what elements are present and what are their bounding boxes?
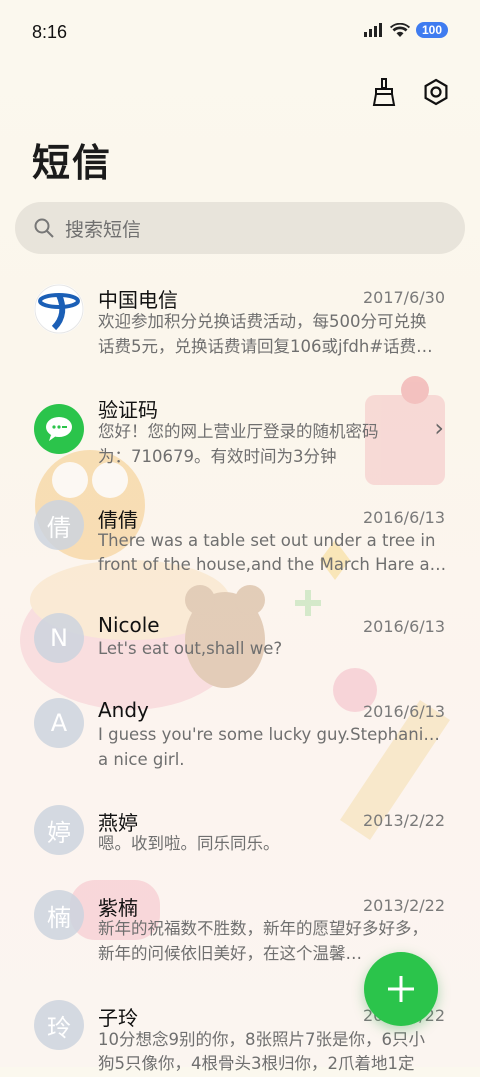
avatar: 玲: [34, 1000, 84, 1050]
message-preview-line1: 您好！您的网上营业厅登录的随机密码: [98, 422, 379, 441]
avatar: N: [34, 613, 84, 663]
message-sender: Nicole: [98, 613, 160, 637]
china-telecom-logo-icon: [34, 284, 84, 334]
message-preview-line2: front of the house,and the March Hare an…: [98, 555, 448, 574]
avatar: A: [34, 698, 84, 748]
avatar: 婷: [34, 805, 84, 855]
message-preview-line1: 10分想念9别的你，8张照片7张是你，6只小: [98, 1030, 425, 1049]
message-preview-line1: I guess you're some lucky guy.Stephanie …: [98, 725, 448, 744]
status-icons: 100: [363, 22, 448, 38]
page-title: 短信: [32, 141, 113, 185]
chevron-right-icon[interactable]: ›: [434, 414, 444, 442]
message-preview-line2: a nice girl.: [98, 750, 185, 769]
avatar: [34, 284, 84, 334]
message-preview-line1: 欢迎参加积分兑换话费活动，每500分可兑换: [98, 312, 427, 331]
battery-indicator: 100: [415, 22, 448, 38]
message-sender: 验证码: [98, 398, 158, 422]
message-preview-line1: Let's eat out,shall we?: [98, 639, 283, 658]
plus-icon: [388, 976, 414, 1002]
wifi-icon: [389, 22, 410, 37]
status-bar: 8:16 100: [0, 0, 480, 66]
message-date: 2013/2/22: [362, 811, 445, 830]
message-preview-line1: 嗯。收到啦。同乐同乐。: [98, 834, 280, 853]
search-icon: [34, 218, 54, 238]
search-placeholder: 搜索短信: [65, 218, 142, 241]
message-date: 2016/6/13: [362, 617, 445, 636]
broom-icon[interactable]: [368, 76, 400, 108]
search-bar[interactable]: 搜索短信: [15, 202, 465, 254]
signal-icon: [363, 23, 382, 37]
message-sender: 中国电信: [98, 288, 178, 312]
message-date: 2016/6/13: [362, 702, 445, 721]
message-preview-line1: There was a table set out under a tree i…: [98, 531, 436, 550]
message-sender: Andy: [98, 698, 149, 722]
message-preview-line2: 话费5元，兑换话费请回复106或jfdh#话费…: [98, 337, 433, 356]
settings-icon[interactable]: [420, 76, 452, 108]
avatar: [34, 404, 84, 454]
message-preview-line2: 新年的问候依旧美好，在这个温馨的时刻，…: [98, 944, 363, 963]
message-preview-line2: 狗5只像你，4根骨头3根归你，2爪着地1定: [98, 1054, 415, 1073]
message-date: 2017/6/30: [362, 288, 445, 307]
message-sender: 子玲: [98, 1006, 138, 1030]
message-preview-line1: 新年的祝福数不胜数，新年的愿望好多好多，: [98, 919, 428, 938]
sms-bubble-icon: [46, 417, 72, 441]
avatar: 楠: [34, 890, 84, 940]
message-date: 2013/2/22: [362, 896, 445, 915]
status-time: 8:16: [32, 22, 68, 42]
avatar: 倩: [34, 500, 84, 550]
new-message-button[interactable]: [364, 952, 438, 1026]
toolbar: [368, 76, 452, 108]
message-preview-line2: 为：710679。有效时间为3分钟: [98, 447, 337, 466]
message-date: 2016/6/13: [362, 508, 445, 527]
